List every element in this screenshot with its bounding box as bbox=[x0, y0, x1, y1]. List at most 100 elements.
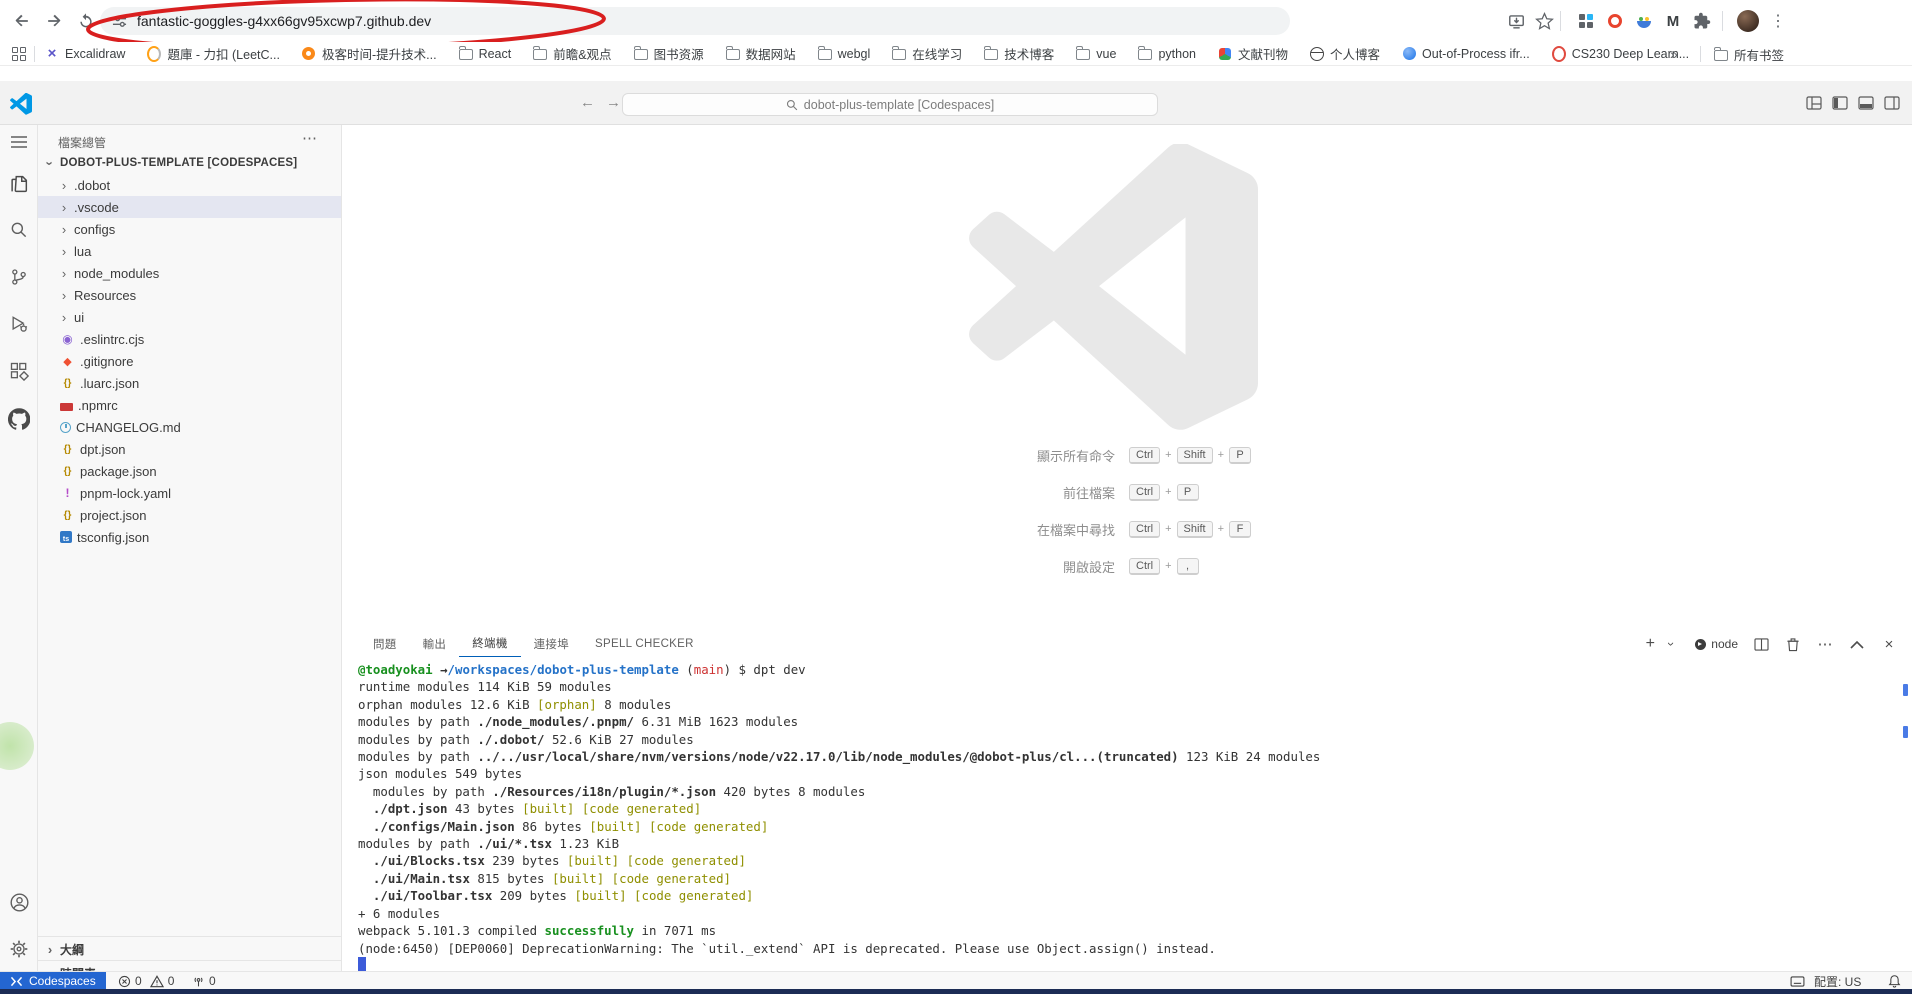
maximize-panel-icon[interactable] bbox=[1848, 635, 1866, 653]
tree-file-CHANGELOG.md[interactable]: CHANGELOG.md bbox=[38, 416, 341, 438]
tree-root[interactable]: › DOBOT-PLUS-TEMPLATE [CODESPACES] bbox=[38, 152, 341, 174]
bookmark-item[interactable]: 在线学习 bbox=[892, 44, 962, 63]
keyboard-layout-status[interactable]: 配置: US bbox=[1814, 972, 1861, 990]
reload-icon[interactable] bbox=[74, 9, 98, 33]
tree-file-npmrc[interactable]: .npmrc bbox=[38, 394, 341, 416]
problems-status[interactable]: 0 0 bbox=[118, 972, 174, 990]
terminal-output[interactable]: @toadyokai →/workspaces/dobot-plus-templ… bbox=[358, 661, 1320, 974]
search-icon[interactable] bbox=[8, 219, 30, 241]
toggle-panel-icon[interactable] bbox=[1858, 96, 1874, 110]
extension-onetab-icon[interactable] bbox=[1603, 9, 1627, 33]
bookmark-item[interactable]: Out-of-Process ifr... bbox=[1402, 47, 1530, 61]
ports-status[interactable]: 0 bbox=[192, 972, 216, 990]
explorer-sidebar: 檔案總管 ⋯ › DOBOT-PLUS-TEMPLATE [CODESPACES… bbox=[38, 125, 342, 971]
panel-tab-SPELL CHECKER[interactable]: SPELL CHECKER bbox=[582, 630, 707, 657]
account-icon[interactable] bbox=[8, 891, 30, 913]
history-back-icon[interactable]: ← bbox=[580, 94, 595, 111]
explorer-more-icon[interactable]: ⋯ bbox=[302, 129, 317, 147]
tree-file-package.json[interactable]: package.json bbox=[38, 460, 341, 482]
bookmark-item[interactable]: 技术博客 bbox=[984, 44, 1054, 63]
all-bookmarks[interactable]: 所有书签 bbox=[1714, 42, 1784, 66]
bookmark-item[interactable]: vue bbox=[1076, 47, 1116, 61]
remote-indicator[interactable]: Codespaces bbox=[0, 972, 106, 990]
bookmarks-overflow[interactable]: » bbox=[1670, 42, 1678, 66]
toggle-sidebar-icon[interactable] bbox=[1832, 96, 1848, 110]
url-bar[interactable]: fantastic-goggles-g4xx66gv95xcwp7.github… bbox=[100, 7, 1290, 35]
back-icon[interactable] bbox=[10, 9, 34, 33]
shortcut-list: 顯示所有命令Ctrl+Shift+P前往檔案Ctrl+P在檔案中尋找Ctrl+S… bbox=[803, 444, 1363, 592]
split-terminal-icon[interactable] bbox=[1752, 635, 1770, 653]
chevron-right-icon: › bbox=[44, 942, 56, 957]
terminal-line: + 6 modules bbox=[358, 905, 1320, 922]
customize-layout-icon[interactable] bbox=[1806, 96, 1822, 110]
bookmark-item[interactable]: 个人博客 bbox=[1310, 44, 1380, 63]
kill-terminal-icon[interactable] bbox=[1784, 635, 1802, 653]
extensions-puzzle-icon[interactable] bbox=[1690, 9, 1714, 33]
panel-tab-問題[interactable]: 問題 bbox=[360, 630, 410, 657]
outline-section[interactable]: › 大綱 bbox=[38, 936, 342, 961]
terminal-toolbar: + › node ⋯ × bbox=[1641, 634, 1898, 654]
bookmark-item[interactable]: webgl bbox=[818, 47, 871, 61]
remote-icon bbox=[10, 976, 23, 987]
tree-folder-lua[interactable]: ›lua bbox=[38, 240, 341, 262]
terminal-profile[interactable]: node bbox=[1695, 637, 1738, 651]
tree-file-pnpm-lock.yaml[interactable]: pnpm-lock.yaml bbox=[38, 482, 341, 504]
panel-tab-終端機[interactable]: 終端機 bbox=[459, 630, 520, 657]
command-center[interactable]: dobot-plus-template [Codespaces] bbox=[622, 93, 1158, 116]
more-actions-icon[interactable]: ⋯ bbox=[1816, 635, 1834, 653]
browser-menu-icon[interactable]: ⋮ bbox=[1766, 9, 1790, 33]
notifications-bell-icon[interactable] bbox=[1888, 972, 1901, 990]
tree-folder-vscode[interactable]: ›.vscode bbox=[38, 196, 341, 218]
github-icon[interactable] bbox=[8, 408, 30, 430]
profile-avatar[interactable] bbox=[1736, 9, 1760, 33]
extensions-icon[interactable] bbox=[8, 360, 30, 382]
terminal-dropdown-icon[interactable]: › bbox=[1663, 635, 1681, 653]
panel-tab-輸出[interactable]: 輸出 bbox=[410, 630, 460, 657]
bookmark-item[interactable]: Excalidraw bbox=[45, 47, 125, 61]
forward-icon[interactable] bbox=[42, 9, 66, 33]
panel-tab-連接埠[interactable]: 連接埠 bbox=[521, 630, 582, 657]
toggle-secondary-sidebar-icon[interactable] bbox=[1884, 96, 1900, 110]
new-terminal-icon[interactable]: + bbox=[1641, 635, 1659, 653]
bookmark-item[interactable]: 数据网站 bbox=[726, 44, 796, 63]
bookmark-item[interactable]: 图书资源 bbox=[634, 44, 704, 63]
tree-file-tsconfig.json[interactable]: tstsconfig.json bbox=[38, 526, 341, 548]
tree-file-eslintrc.cjs[interactable]: .eslintrc.cjs bbox=[38, 328, 341, 350]
source-control-icon[interactable] bbox=[8, 266, 30, 288]
tree-folder-dobot[interactable]: ›.dobot bbox=[38, 174, 341, 196]
extension-salad-icon[interactable] bbox=[1632, 9, 1656, 33]
tree-folder-node_modules[interactable]: ›node_modules bbox=[38, 262, 341, 284]
bookmark-item[interactable]: 題庫 - 力扣 (LeetC... bbox=[147, 44, 280, 63]
site-settings-icon[interactable] bbox=[112, 14, 127, 29]
bookmark-item[interactable]: CS230 Deep Learn... bbox=[1552, 47, 1689, 61]
key-chip: , bbox=[1177, 558, 1199, 575]
overflow-chevron[interactable]: » bbox=[1670, 46, 1678, 62]
browser-toolbar: fantastic-goggles-g4xx66gv95xcwp7.github… bbox=[0, 0, 1912, 42]
run-debug-icon[interactable] bbox=[8, 313, 30, 335]
install-app-icon[interactable] bbox=[1504, 9, 1528, 33]
json-file-icon bbox=[60, 376, 75, 391]
settings-gear-icon[interactable] bbox=[8, 938, 30, 960]
extension-grid-icon[interactable] bbox=[1574, 9, 1598, 33]
apps-grid-icon[interactable] bbox=[8, 47, 30, 61]
tree-folder-Resources[interactable]: ›Resources bbox=[38, 284, 341, 306]
tree-file-gitignore[interactable]: .gitignore bbox=[38, 350, 341, 372]
tree-file-dpt.json[interactable]: dpt.json bbox=[38, 438, 341, 460]
bookmark-item[interactable]: 文献刊物 bbox=[1218, 44, 1288, 63]
tree-file-luarc.json[interactable]: .luarc.json bbox=[38, 372, 341, 394]
tree-file-project.json[interactable]: project.json bbox=[38, 504, 341, 526]
bookmark-item[interactable]: 极客时间-提升技术... bbox=[302, 44, 437, 63]
bookmark-item[interactable]: python bbox=[1138, 47, 1196, 61]
tree-folder-configs[interactable]: ›configs bbox=[38, 218, 341, 240]
close-panel-icon[interactable]: × bbox=[1880, 635, 1898, 653]
menu-hamburger-icon[interactable] bbox=[8, 131, 30, 153]
ports-count: 0 bbox=[209, 974, 216, 988]
bookmark-item[interactable]: React bbox=[459, 47, 512, 61]
history-forward-icon[interactable]: → bbox=[606, 94, 621, 111]
bookmark-star-icon[interactable] bbox=[1532, 9, 1556, 33]
explorer-icon[interactable] bbox=[8, 173, 30, 195]
bookmark-item[interactable]: 前瞻&观点 bbox=[533, 44, 611, 63]
screen-reader-icon[interactable] bbox=[1790, 972, 1805, 990]
tree-folder-ui[interactable]: ›ui bbox=[38, 306, 341, 328]
extension-m-icon[interactable]: M bbox=[1661, 9, 1685, 33]
